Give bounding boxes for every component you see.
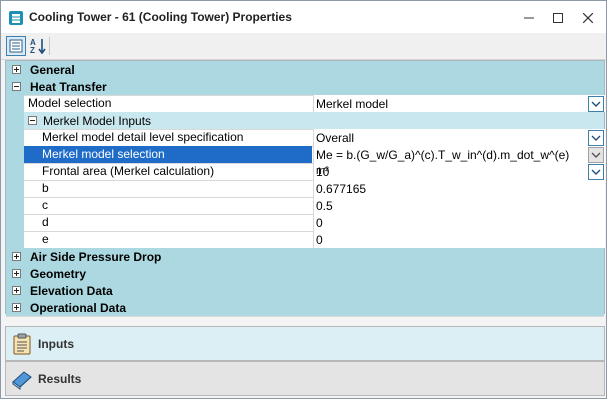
value-text: 0.5 [316,199,333,213]
property-row-detail-level[interactable]: Merkel model detail level specification … [6,129,605,147]
category-label: General [30,63,75,77]
properties-window: Cooling Tower - 61 (Cooling Tower) Prope… [0,0,607,399]
category-label: Geometry [30,267,87,281]
category-air-side-pressure-drop[interactable]: Air Side Pressure Drop [6,248,604,266]
category-label: Operational Data [30,301,127,315]
maximize-icon [553,13,563,23]
value-text: 0 [316,233,323,247]
property-row-merkel-selection[interactable]: Merkel model selection Me = b.(G_w/G_a)^… [6,146,605,164]
dropdown-button[interactable] [588,147,604,163]
property-value[interactable]: Me = b.(G_w/G_a)^(c).T_w_in^(d).m_dot_w^… [313,146,605,163]
toolbar: A Z [1,33,606,60]
property-value[interactable]: Overall [313,129,605,146]
expand-icon[interactable] [12,65,21,74]
results-label: Results [38,372,82,386]
value-text: 0.677165 [316,182,367,196]
row-gutter [6,95,24,112]
close-button[interactable] [574,7,602,29]
row-gutter [6,197,24,214]
chevron-down-icon [591,101,601,107]
dropdown-button[interactable] [588,130,604,146]
unit-label: m² [316,165,329,177]
row-gutter [6,231,24,248]
close-icon [582,12,594,24]
title-bar: Cooling Tower - 61 (Cooling Tower) Prope… [1,1,606,33]
chevron-down-icon [591,152,601,158]
category-operational-data[interactable]: Operational Data [6,299,604,317]
value-text: Me = b.(G_w/G_a)^(c).T_w_in^(d).m_dot_w^… [316,148,570,162]
property-name: Merkel model detail level specification [42,130,244,144]
inputs-panel-button[interactable]: Inputs [5,326,605,361]
category-elevation-data[interactable]: Elevation Data [6,282,604,300]
row-gutter [6,180,24,197]
minimize-button[interactable] [515,7,543,29]
categorized-icon [9,39,23,53]
expand-icon[interactable] [12,252,21,261]
chevron-down-icon [591,135,601,141]
property-grid: General Heat Transfer Model selection Me… [5,60,605,317]
property-value[interactable]: Merkel model [313,95,605,112]
collapse-icon[interactable] [12,82,21,91]
property-row-b[interactable]: b 0.677165 [6,180,605,198]
categorized-button[interactable] [6,36,26,56]
row-gutter [6,146,24,163]
category-heat-transfer[interactable]: Heat Transfer [6,78,604,96]
row-gutter [6,214,24,231]
toolbar-separator [49,37,50,55]
property-name: Merkel model selection [42,147,165,161]
property-row-d[interactable]: d 0 [6,214,605,232]
unit-dropdown-button[interactable] [588,164,604,180]
minimize-icon [524,17,534,19]
category-geometry[interactable]: Geometry [6,265,604,283]
category-label: Elevation Data [30,284,113,298]
category-label: Air Side Pressure Drop [30,250,162,264]
sort-alphabetical-icon: A Z [30,38,46,55]
property-value[interactable]: 0 [313,214,605,231]
expand-icon[interactable] [12,269,21,278]
property-name: d [42,215,49,229]
value-text: Overall [316,131,355,145]
property-name: b [42,181,49,195]
property-name: e [42,232,49,246]
category-label: Heat Transfer [30,80,107,94]
property-name: Frontal area (Merkel calculation) [42,164,215,178]
dropdown-button[interactable] [588,96,604,112]
inputs-label: Inputs [38,337,74,351]
subcategory-merkel-inputs[interactable]: Merkel Model Inputs [6,112,604,130]
cooling-tower-icon [9,11,23,25]
property-value[interactable]: 0.5 [313,197,605,214]
results-panel-button[interactable]: Results [5,361,605,396]
value-text: 0 [316,216,323,230]
subcategory-label: Merkel Model Inputs [43,114,152,128]
expand-icon[interactable] [12,303,21,312]
property-row-c[interactable]: c 0.5 [6,197,605,215]
expand-icon[interactable] [12,286,21,295]
value-text: Merkel model [316,97,389,111]
clipboard-icon [13,333,31,355]
row-gutter [6,163,24,180]
property-row-model-selection[interactable]: Model selection Merkel model [6,95,605,113]
alphabetical-button[interactable]: A Z [28,36,48,56]
property-row-e[interactable]: e 0 [6,231,605,249]
property-value[interactable]: 10 m² [313,163,605,180]
chevron-down-icon [591,169,601,175]
property-row-frontal-area[interactable]: Frontal area (Merkel calculation) 10 m² [6,163,605,181]
row-gutter [6,129,24,146]
property-value[interactable]: 0 [313,231,605,248]
property-name: Model selection [28,96,112,110]
property-name: c [42,198,48,212]
window-title: Cooling Tower - 61 (Cooling Tower) Prope… [29,10,292,24]
property-value[interactable]: 0.677165 [313,180,605,197]
book-icon [12,371,32,390]
maximize-button[interactable] [544,7,572,29]
category-general[interactable]: General [6,61,604,79]
collapse-icon[interactable] [28,116,37,125]
svg-text:Z: Z [30,46,35,55]
